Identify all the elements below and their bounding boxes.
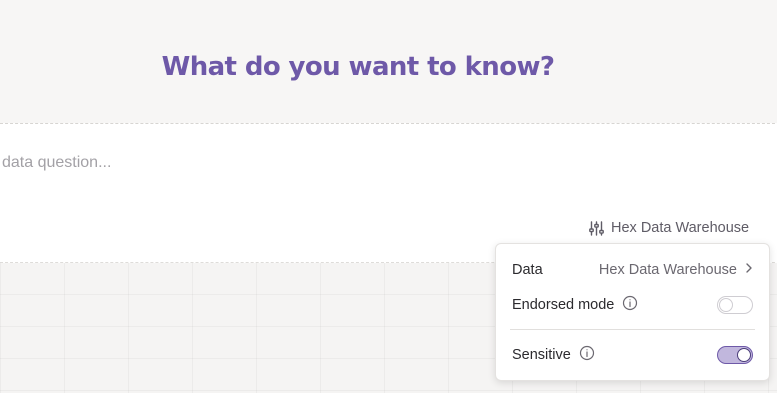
sensitive-toggle[interactable] — [717, 346, 753, 364]
data-source-label: Hex Data Warehouse — [611, 220, 750, 236]
data-row: Data Hex Data Warehouse — [512, 259, 753, 281]
data-source-selector[interactable]: Hex Data Warehouse — [599, 262, 753, 278]
data-source-button[interactable]: Hex Data Warehouse — [588, 218, 749, 238]
divider — [510, 329, 755, 330]
sensitive-label: Sensitive — [512, 347, 571, 363]
data-source-value: Hex Data Warehouse — [598, 262, 737, 278]
toggle-knob — [719, 298, 733, 312]
info-icon[interactable] — [622, 295, 638, 315]
page-heading: What do you want to know? — [161, 52, 555, 82]
prompt-card — [0, 123, 777, 263]
endorsed-mode-toggle[interactable] — [717, 296, 753, 314]
settings-popover: Data Hex Data Warehouse Endorsed mode Se… — [495, 243, 770, 381]
info-icon[interactable] — [579, 345, 595, 365]
endorsed-mode-row: Endorsed mode — [512, 294, 753, 316]
endorsed-mode-label-group: Endorsed mode — [512, 295, 638, 315]
chevron-right-icon — [745, 262, 753, 278]
sensitive-label-group: Sensitive — [512, 345, 595, 365]
endorsed-mode-label: Endorsed mode — [512, 297, 615, 313]
sensitive-row: Sensitive — [512, 344, 753, 366]
toggle-knob — [737, 348, 751, 362]
question-input[interactable] — [2, 152, 562, 174]
sliders-icon — [588, 220, 605, 237]
data-label: Data — [512, 262, 543, 278]
